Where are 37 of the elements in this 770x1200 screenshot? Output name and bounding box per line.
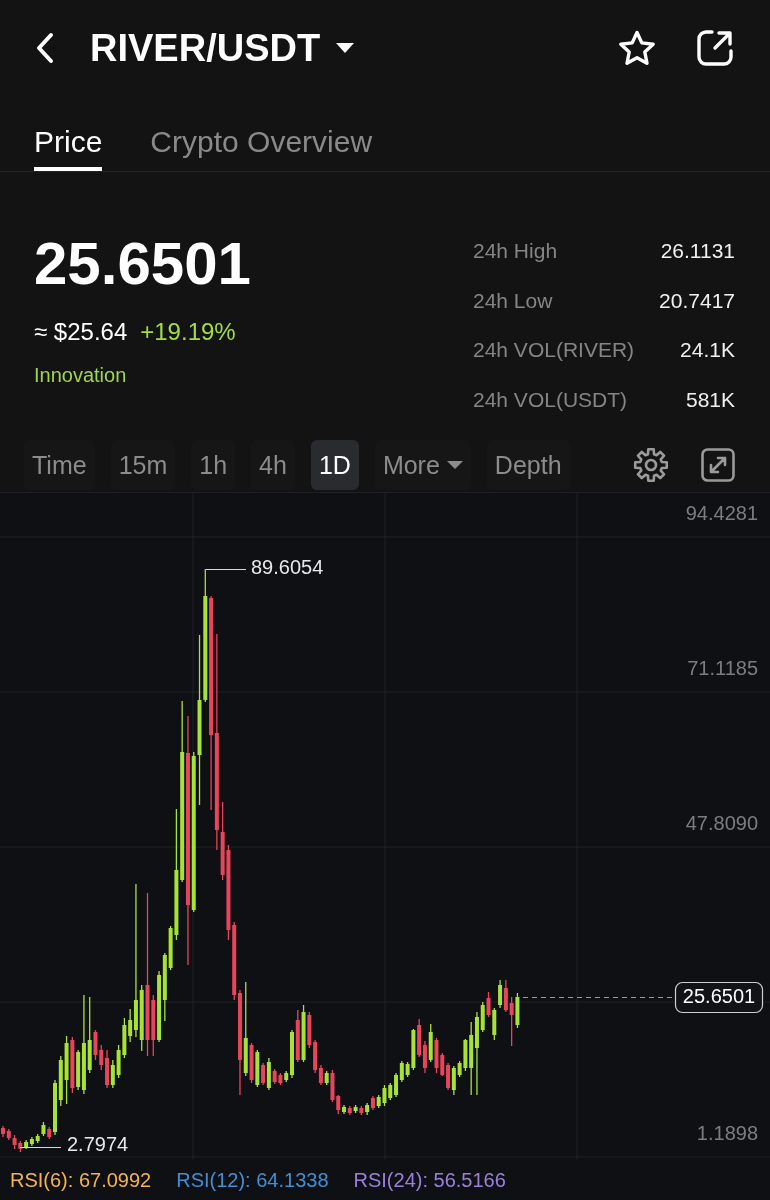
price-change: +19.19% [140,317,236,347]
pair-selector[interactable]: RIVER/USDT [90,28,355,67]
share-button[interactable] [696,28,734,67]
stat-value: 24.1K [679,337,735,363]
axis-label: 71.1185 [687,657,758,680]
stat-label: 24h Low [473,287,554,314]
fullscreen-button[interactable] [701,448,735,482]
tab[interactable]: Crypto Overview [150,95,373,171]
chart-tab[interactable]: 1D [310,440,359,490]
caret-down-icon [446,461,463,469]
tab[interactable]: Price [34,95,103,171]
low-price-label: 2.7974 [67,1133,129,1156]
axis-label: 94.4281 [685,502,758,525]
expand-icon [701,448,735,482]
stat-label: 24h VOL(USDT) [473,386,629,413]
stat-value: 581K [684,386,735,413]
settings-button[interactable] [633,447,669,483]
axis-label: 1.1898 [696,1122,758,1145]
chevron-left-icon [35,31,55,64]
indicator-reading: RSI(6): 67.0992 [10,1168,152,1193]
stat-value: 26.1131 [659,238,735,264]
indicator-reading: RSI(12): 64.1338 [176,1168,329,1193]
fiat-price: ≈ $25.64 [34,317,128,347]
last-price: 25.6501 [34,230,251,298]
leader-line [205,568,247,571]
caret-down-icon [336,42,355,53]
leader-line [19,1146,62,1149]
axis-label: 47.8090 [685,812,758,835]
high-price-label: 89.6054 [251,556,324,579]
share-icon [696,28,734,67]
stat-value: 20.7417 [659,287,735,314]
settings-icon [633,447,669,483]
stat-label: 24h VOL(RIVER) [473,337,636,363]
indicator-reading: RSI(24): 56.5166 [353,1168,506,1193]
last-price-tag: 25.6501 [674,981,764,1014]
category-label: Innovation [34,363,127,388]
stat-label: 24h High [473,238,559,264]
